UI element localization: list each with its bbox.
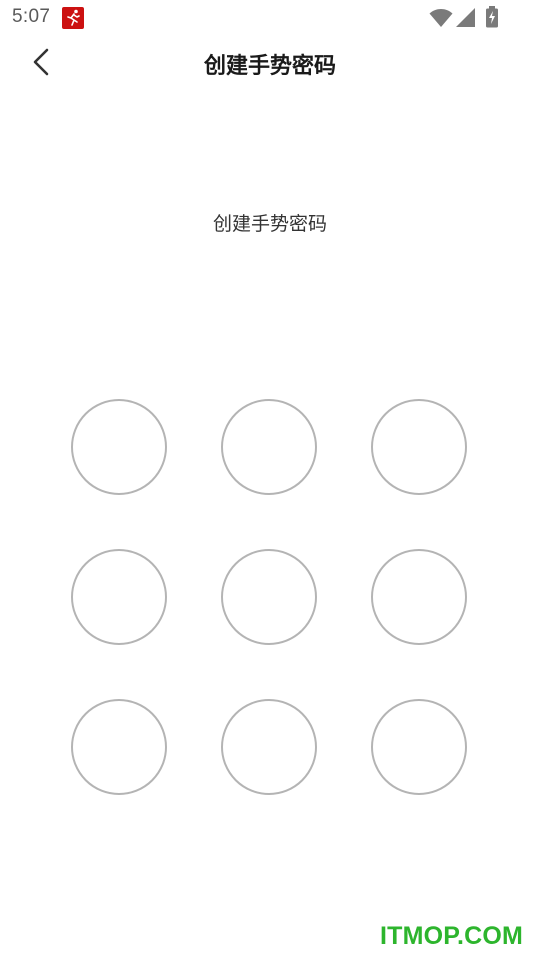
cellular-signal-icon — [455, 8, 477, 32]
gesture-prompt: 创建手势密码 — [212, 213, 327, 235]
running-man-icon — [62, 7, 84, 29]
status-bar: 5:07 — [0, 0, 540, 36]
gesture-dot-8[interactable] — [221, 699, 317, 795]
header: 创建手势密码 — [0, 36, 540, 92]
gesture-dot-3[interactable] — [371, 399, 467, 495]
gesture-dot-2[interactable] — [221, 399, 317, 495]
gesture-dot-7[interactable] — [71, 699, 167, 795]
page-title: 创建手势密码 — [203, 54, 336, 79]
gesture-pattern-pad[interactable] — [0, 0, 540, 960]
gesture-dot-9[interactable] — [371, 699, 467, 795]
gesture-dot-4[interactable] — [71, 549, 167, 645]
gesture-dot-1[interactable] — [71, 399, 167, 495]
battery-charging-icon — [485, 6, 499, 32]
status-time: 5:07 — [12, 6, 51, 27]
wifi-icon — [429, 8, 453, 32]
gesture-dot-6[interactable] — [371, 549, 467, 645]
watermark: ITMOP.COM — [380, 922, 524, 950]
gesture-dot-5[interactable] — [221, 549, 317, 645]
